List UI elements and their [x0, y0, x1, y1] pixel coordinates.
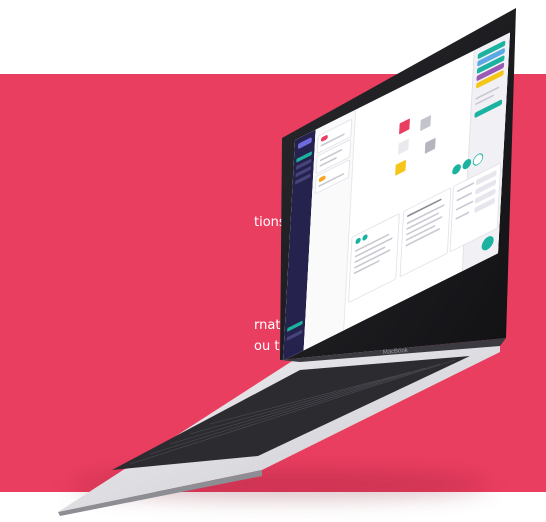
- content-card: [348, 212, 400, 304]
- diagram-node-grey[interactable]: [424, 137, 436, 154]
- diagram-node-grey[interactable]: [420, 114, 432, 132]
- sidebar-item[interactable]: [286, 329, 303, 342]
- diagram-node-yellow[interactable]: [395, 159, 407, 176]
- diagram-node-white[interactable]: [397, 138, 409, 155]
- app-logo: [297, 136, 312, 150]
- progress-dot[interactable]: [452, 162, 462, 177]
- diagram-node-red[interactable]: [399, 118, 410, 135]
- content-card: [399, 187, 452, 278]
